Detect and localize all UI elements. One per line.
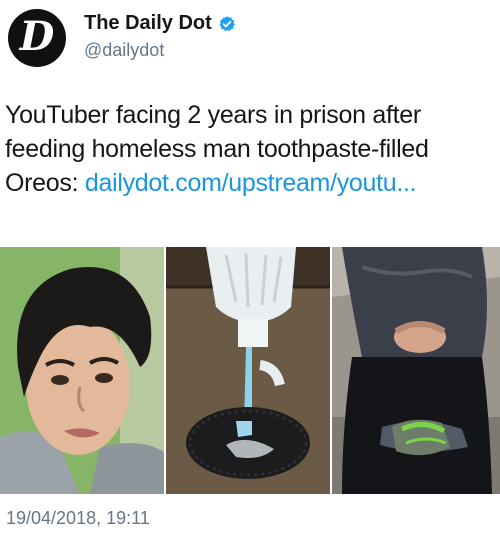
seated-man-photo[interactable] — [332, 247, 500, 494]
timestamp[interactable]: 19/04/2018, 19:11 — [6, 508, 150, 529]
avatar[interactable]: D — [8, 9, 66, 67]
toothpaste-oreo-photo[interactable] — [166, 247, 330, 494]
author-name-row: The Daily Dot — [84, 12, 236, 35]
tweet-link[interactable]: dailydot.com/upstream/youtu... — [85, 169, 417, 197]
display-name[interactable]: The Daily Dot — [84, 12, 212, 35]
handle[interactable]: @dailydot — [84, 40, 164, 61]
verified-badge-icon — [219, 15, 235, 31]
toothpaste-illustration — [166, 247, 330, 494]
media-grid — [0, 247, 500, 494]
avatar-logo-letter: D — [19, 13, 55, 60]
selfie-photo[interactable] — [0, 247, 164, 494]
selfie-illustration — [0, 247, 164, 494]
seated-man-illustration — [332, 247, 500, 494]
tweet-text: YouTuber facing 2 years in prison after … — [5, 98, 495, 200]
tweet-card: D The Daily Dot @dailydot YouTuber facin… — [0, 0, 500, 537]
